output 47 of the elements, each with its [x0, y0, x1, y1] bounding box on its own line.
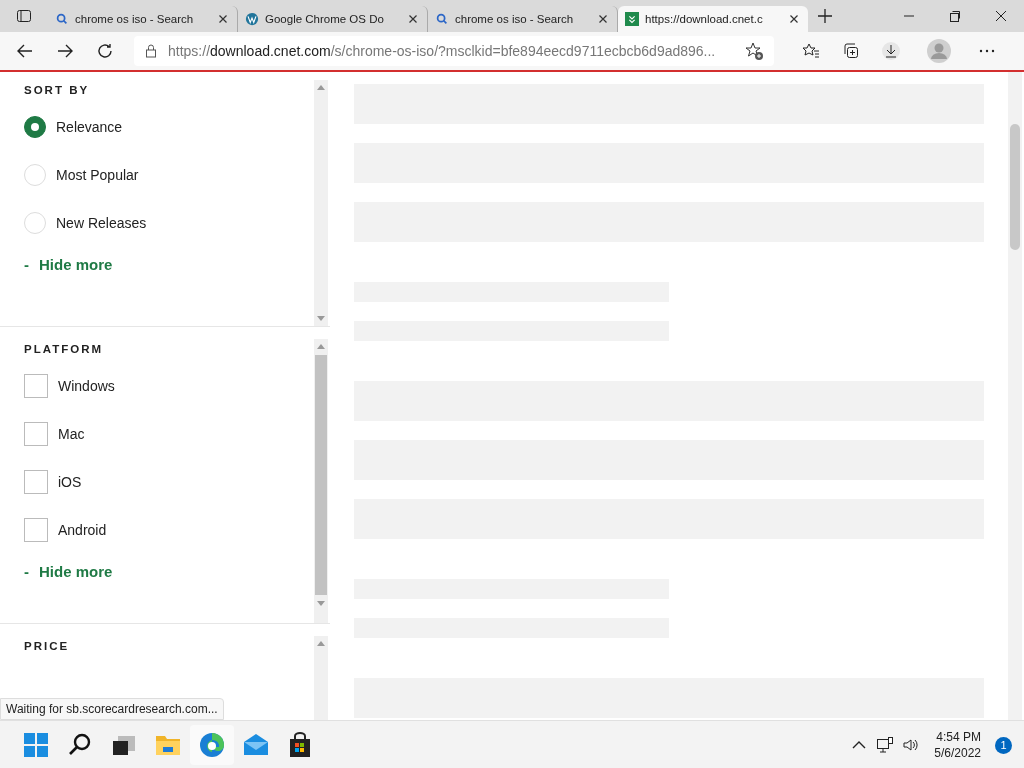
- option-label[interactable]: Relevance: [56, 119, 123, 135]
- edge-browser-icon[interactable]: [199, 732, 225, 758]
- status-text: Waiting for sb.scorecardresearch.com...: [0, 698, 224, 720]
- checkbox[interactable]: [24, 470, 48, 494]
- start-icon[interactable]: [23, 732, 49, 758]
- volume-icon[interactable]: [902, 736, 921, 754]
- forward-icon[interactable]: [56, 42, 74, 60]
- option-label[interactable]: Mac: [58, 426, 85, 442]
- address-bar[interactable]: https://download.cnet.com/s/chrome-os-iso/?msclkid=bfe894eecd9711ecbcb6d9ad896...: [134, 36, 774, 66]
- notification-badge[interactable]: 1: [995, 736, 1012, 754]
- tab-actions-icon[interactable]: [16, 8, 32, 24]
- filter-heading: SORT BY: [24, 84, 91, 96]
- refresh-icon[interactable]: [96, 42, 114, 60]
- hide-more-link[interactable]: - Hide more: [24, 563, 314, 580]
- clock-date[interactable]: 5/6/2022: [934, 746, 981, 760]
- browser-tab[interactable]: https://download.cnet.c: [618, 6, 808, 32]
- new-tab-icon[interactable]: [817, 8, 833, 24]
- checkbox[interactable]: [24, 518, 48, 542]
- url-text: https://download.cnet.com/s/chrome-os-iso/?msclkid=bfe894eecd9711ecbcb6d9ad896...: [168, 43, 717, 59]
- option-label[interactable]: Windows: [58, 378, 115, 394]
- filter-heading: PRICE: [24, 640, 71, 652]
- checkbox[interactable]: [24, 422, 48, 446]
- search-icon: [55, 12, 69, 26]
- filter-heading: PLATFORM: [24, 343, 105, 355]
- page-scrollbar[interactable]: [1008, 72, 1022, 720]
- cnet-icon: [625, 12, 639, 26]
- store-icon[interactable]: [287, 732, 313, 758]
- clock-time[interactable]: 4:54 PM: [936, 730, 981, 744]
- wordpress-icon: [245, 12, 259, 26]
- option-label[interactable]: Android: [58, 522, 107, 538]
- option-label[interactable]: Most Popular: [56, 167, 139, 183]
- lock-icon: [144, 43, 158, 59]
- search-icon: [435, 12, 449, 26]
- profile-avatar-icon[interactable]: [927, 39, 951, 63]
- checkbox[interactable]: [24, 374, 48, 398]
- mail-icon[interactable]: [243, 732, 269, 758]
- add-favorite-icon[interactable]: [744, 41, 764, 61]
- radio-button[interactable]: [24, 116, 46, 138]
- collections-icon[interactable]: [842, 42, 860, 60]
- back-icon[interactable]: [16, 42, 34, 60]
- hide-more-link[interactable]: - Hide more: [24, 256, 314, 273]
- option-label[interactable]: iOS: [58, 474, 82, 490]
- network-icon[interactable]: [876, 736, 895, 754]
- favorites-icon[interactable]: [802, 42, 820, 60]
- scrollbar[interactable]: [314, 636, 328, 720]
- download-icon[interactable]: [882, 42, 900, 60]
- option-label[interactable]: New Releases: [56, 215, 147, 231]
